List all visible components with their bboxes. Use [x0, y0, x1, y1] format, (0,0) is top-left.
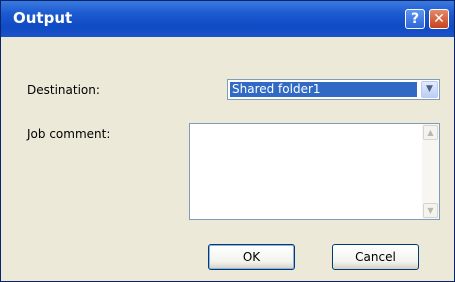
help-button[interactable]: ?	[405, 9, 425, 29]
chevron-down-icon[interactable]: ▼	[421, 81, 438, 98]
cancel-button[interactable]: Cancel	[332, 244, 419, 270]
dialog-title: Output	[13, 9, 73, 27]
scroll-down-icon[interactable]: ▼	[423, 203, 438, 218]
close-icon: ✕	[433, 11, 445, 27]
scroll-up-icon[interactable]: ▲	[423, 125, 438, 140]
ok-button[interactable]: OK	[208, 244, 295, 270]
destination-select[interactable]: Shared folder1 ▼	[227, 79, 440, 100]
close-button[interactable]: ✕	[429, 9, 449, 29]
job-comment-label: Job comment:	[27, 127, 111, 141]
job-comment-field[interactable]: ▲ ▼	[189, 123, 440, 220]
help-icon: ?	[410, 11, 420, 27]
title-bar[interactable]: Output ? ✕	[1, 1, 454, 37]
vertical-scrollbar[interactable]: ▲ ▼	[422, 124, 439, 219]
output-dialog: Output ? ✕ Destination: Shared folder1 ▼…	[0, 0, 455, 282]
destination-label: Destination:	[27, 83, 100, 97]
destination-selected-value: Shared folder1	[230, 82, 417, 97]
